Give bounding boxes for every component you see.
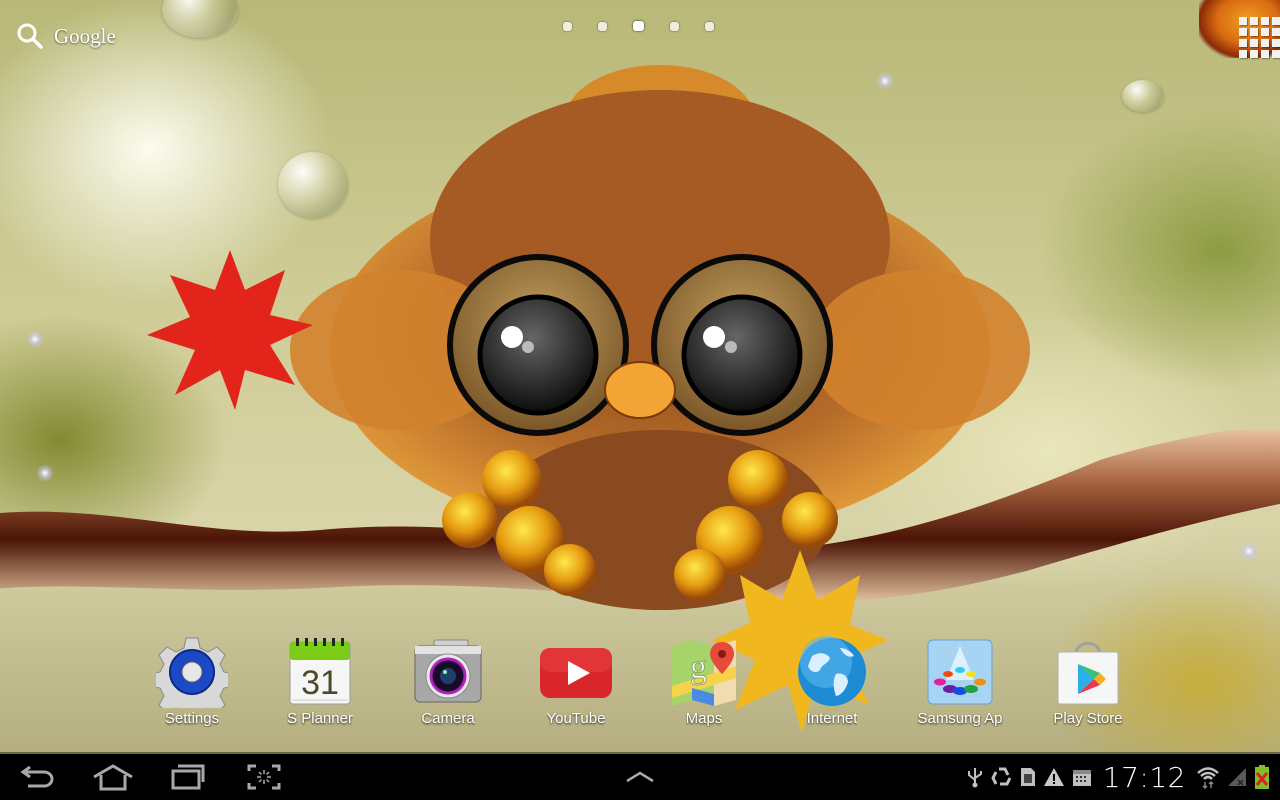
app-label: Play Store: [1053, 710, 1123, 727]
page-dot-2[interactable]: [598, 22, 607, 31]
home-button[interactable]: [88, 760, 138, 794]
camera-icon: [414, 639, 482, 703]
usb-icon: [967, 768, 982, 788]
clock: 17:12: [1102, 760, 1186, 794]
page-indicator: [563, 21, 714, 31]
recycle-icon: [991, 767, 1012, 786]
sparkle-decoration: [36, 464, 54, 482]
app-label: Settings: [164, 710, 220, 727]
app-label: YouTube: [546, 710, 606, 727]
google-search-label: Google: [54, 23, 116, 48]
chevron-up-icon: [626, 771, 654, 783]
red-leaf-decoration: [147, 250, 313, 410]
sparkle-decoration: [26, 330, 44, 348]
calendar-icon: 31: [289, 638, 351, 705]
sparkle-decoration: [1240, 542, 1258, 560]
no-signal-icon: [1228, 768, 1246, 786]
app-samsung-apps[interactable]: Samsung Ap: [905, 636, 1015, 736]
app-camera[interactable]: Camera: [393, 636, 503, 736]
app-youtube[interactable]: YouTube: [521, 636, 631, 736]
owl-decoration: [290, 65, 1030, 610]
app-dock: Settings 31 S Planner Camera YouTube g M…: [0, 636, 1280, 736]
apps-button[interactable]: [1199, 0, 1280, 58]
maps-icon: g: [672, 640, 736, 706]
water-drop-decoration: [278, 152, 348, 218]
page-dot-4[interactable]: [670, 22, 679, 31]
system-navigation-bar: 17:12: [0, 752, 1280, 800]
app-label: Samsung Ap: [917, 710, 1003, 727]
svg-text:g: g: [690, 649, 707, 686]
recent-apps-button[interactable]: [166, 760, 210, 794]
app-settings[interactable]: Settings: [137, 636, 247, 736]
app-play-store[interactable]: Play Store: [1033, 636, 1143, 736]
samsung-apps-icon: [927, 639, 993, 705]
calendar-day-number: 31: [301, 664, 339, 702]
app-s-planner[interactable]: 31 S Planner: [265, 636, 375, 736]
water-drop-decoration: [162, 0, 238, 38]
google-search-bar[interactable]: Google: [16, 20, 116, 52]
recent-apps-icon: [171, 764, 205, 790]
app-label: Camera: [421, 710, 475, 727]
home-icon: [93, 764, 133, 791]
water-drop-decoration: [1122, 80, 1164, 112]
app-internet[interactable]: Internet: [777, 636, 887, 736]
warning-icon: [1043, 768, 1064, 786]
search-icon: [17, 23, 43, 49]
status-area[interactable]: 17:12: [965, 754, 1270, 800]
sd-card-icon: [1020, 768, 1035, 786]
mini-apps-tray-button[interactable]: [620, 760, 660, 794]
calendar-notification-icon: [1072, 770, 1091, 786]
wifi-icon: [1197, 767, 1219, 789]
apps-grid-icon: [1239, 17, 1280, 58]
back-button[interactable]: [16, 760, 60, 794]
sparkle-decoration: [876, 72, 894, 90]
play-store-icon: [1057, 642, 1119, 705]
battery-charging-error-icon: [1255, 765, 1269, 789]
app-label: S Planner: [287, 710, 353, 727]
screenshot-icon: [247, 764, 281, 790]
page-dot-5[interactable]: [705, 22, 714, 31]
app-maps[interactable]: g Maps: [649, 636, 759, 736]
settings-gear-icon: [156, 637, 228, 708]
screenshot-button[interactable]: [242, 760, 286, 794]
globe-icon: [798, 636, 866, 706]
back-icon: [20, 765, 54, 788]
page-dot-1[interactable]: [563, 22, 572, 31]
app-label: Internet: [806, 710, 858, 727]
app-label: Maps: [685, 710, 723, 727]
youtube-icon: [540, 648, 612, 698]
page-dot-3-active[interactable]: [633, 21, 644, 31]
